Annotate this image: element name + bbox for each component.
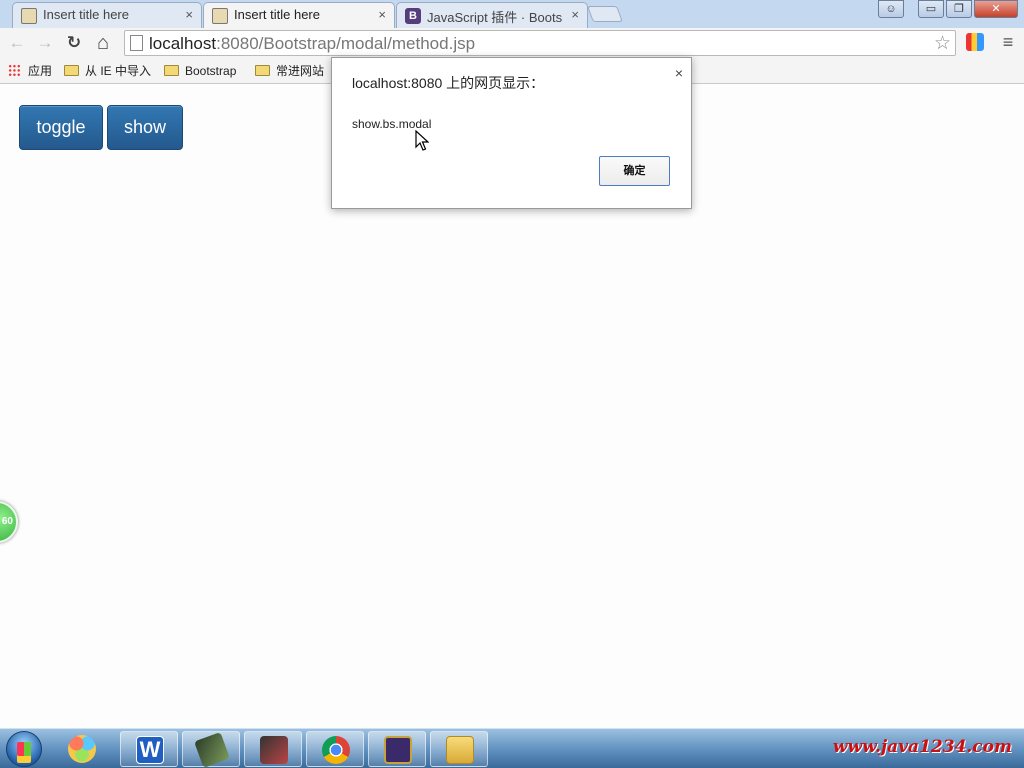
address-bar[interactable]: localhost:8080/Bootstrap/modal/method.js… xyxy=(124,30,956,56)
bookmark-bootstrap[interactable]: Bootstrap xyxy=(164,62,236,80)
tab-close-icon[interactable]: × xyxy=(571,7,579,22)
taskbar-app-explorer[interactable] xyxy=(430,731,488,767)
dialog-title: localhost:8080 上的网页显示： xyxy=(352,75,545,91)
photos-app-icon xyxy=(68,735,96,763)
bookmark-label: Bootstrap xyxy=(185,64,237,78)
window-controls: ☺ ▭ ❐ ✕ xyxy=(878,0,1018,18)
page-favicon-icon xyxy=(212,8,228,24)
dialog-message: show.bs.modal xyxy=(352,117,432,131)
taskbar-app-media[interactable] xyxy=(244,731,302,767)
new-tab-button[interactable] xyxy=(587,6,623,22)
extension-icon[interactable] xyxy=(966,33,984,51)
bookmark-frequent-sites[interactable]: 常进网站 xyxy=(255,62,324,80)
bootstrap-favicon-icon: B xyxy=(405,8,421,24)
media-app-icon xyxy=(260,736,288,764)
url-host: localhost xyxy=(149,34,217,53)
restore-button[interactable]: ❐ xyxy=(946,0,972,18)
tab-close-icon[interactable]: × xyxy=(378,7,386,22)
java-ee-ide-icon xyxy=(384,736,412,764)
forward-arrow-icon[interactable]: → xyxy=(34,32,56,54)
floating-360-widget[interactable]: 60 xyxy=(0,501,18,543)
bookmark-ie-import[interactable]: 从 IE 中导入 xyxy=(64,62,151,80)
menu-icon[interactable]: ≡ xyxy=(1000,32,1016,53)
home-icon[interactable]: ⌂ xyxy=(92,32,114,54)
taskbar-app-java-ide[interactable] xyxy=(368,731,426,767)
mouse-cursor-icon xyxy=(415,130,429,151)
bookmark-label: 常进网站 xyxy=(276,64,325,78)
page-icon xyxy=(130,35,143,51)
toggle-button[interactable]: toggle xyxy=(19,105,103,150)
reload-icon[interactable]: ↻ xyxy=(63,32,85,54)
folder-icon xyxy=(255,65,270,76)
apps-grid-icon xyxy=(8,64,21,77)
start-button[interactable] xyxy=(6,731,42,767)
tab-insert-title-1[interactable]: Insert title here × xyxy=(12,2,202,28)
chrome-app-icon xyxy=(322,736,350,764)
tab-strip: Insert title here × Insert title here × … xyxy=(0,0,1024,28)
dialog-close-icon[interactable]: × xyxy=(675,65,683,81)
bookmark-label: 从 IE 中导入 xyxy=(85,64,152,78)
back-arrow-icon[interactable]: ← xyxy=(6,32,28,54)
tool-app-icon xyxy=(194,732,230,768)
tab-title: JavaScript 插件 · Boots xyxy=(427,10,562,25)
tab-title: Insert title here xyxy=(234,7,320,22)
url-path: :8080/Bootstrap/modal/method.jsp xyxy=(216,34,476,53)
tab-title: Insert title here xyxy=(43,7,129,22)
browser-toolbar: ← → ↻ ⌂ localhost:8080/Bootstrap/modal/m… xyxy=(0,28,1024,58)
folder-explorer-icon xyxy=(446,736,474,764)
minimize-button[interactable]: ▭ xyxy=(918,0,944,18)
taskbar-app-tool[interactable] xyxy=(182,731,240,768)
dialog-ok-button[interactable]: 确定 xyxy=(599,156,670,186)
bookmark-star-icon[interactable]: ☆ xyxy=(934,32,951,55)
word-app-icon: W xyxy=(136,736,164,764)
bookmark-apps[interactable]: 应用 xyxy=(8,62,52,80)
window-close-button[interactable]: ✕ xyxy=(974,0,1018,18)
windows-taskbar: W www.java1234.com xyxy=(0,728,1024,768)
site-watermark: www.java1234.com xyxy=(832,737,1012,757)
taskbar-app-photos[interactable] xyxy=(58,731,116,767)
folder-icon xyxy=(64,65,79,76)
user-icon[interactable]: ☺ xyxy=(878,0,904,18)
tab-bootstrap-docs[interactable]: B JavaScript 插件 · Boots × xyxy=(396,2,588,28)
bookmark-apps-label: 应用 xyxy=(28,64,53,78)
url-text: localhost:8080/Bootstrap/modal/method.js… xyxy=(149,34,475,54)
taskbar-app-chrome[interactable] xyxy=(306,731,364,767)
tab-close-icon[interactable]: × xyxy=(185,7,193,22)
folder-icon xyxy=(164,65,179,76)
show-button[interactable]: show xyxy=(107,105,183,150)
taskbar-app-word[interactable]: W xyxy=(120,731,178,767)
page-favicon-icon xyxy=(21,8,37,24)
tab-insert-title-2[interactable]: Insert title here × xyxy=(203,2,395,28)
alert-dialog: localhost:8080 上的网页显示： × show.bs.modal 确… xyxy=(331,57,692,209)
